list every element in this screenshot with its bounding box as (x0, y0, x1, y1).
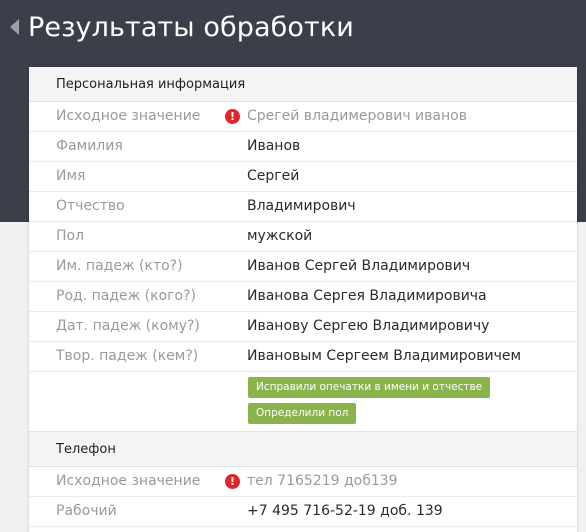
badges-row: Исправили опечатки в имени и отчестве Оп… (29, 372, 577, 432)
row-surname: Фамилия Иванов (29, 132, 577, 162)
row-value: +7 495 716-52-19 доб. 139 (247, 503, 443, 519)
row-label: Дат. падеж (кому?) (56, 318, 200, 334)
row-nominative: Им. падеж (кто?) Иванов Сергей Владимиро… (29, 252, 577, 282)
row-value: тел 7165219 доб139 (247, 473, 398, 489)
row-value: Ивановым Сергеем Владимировичем (247, 348, 522, 364)
exclamation-circle-icon: ! (225, 474, 240, 489)
row-label: Отчество (56, 198, 125, 214)
row-label: Фамилия (56, 138, 123, 154)
row-source-value: Исходное значение ! Срегей владимерович … (29, 102, 577, 132)
row-value: Иванов (247, 138, 301, 154)
row-label: Рабочий (56, 503, 117, 519)
row-label: Имя (56, 168, 86, 184)
row-name: Имя Сергей (29, 162, 577, 192)
row-label: Им. падеж (кто?) (56, 258, 183, 274)
page-title: Результаты обработки (28, 12, 354, 43)
section-header-phone: Телефон (29, 432, 577, 467)
row-gender: Пол мужской (29, 222, 577, 252)
row-genitive: Род. падеж (кого?) Иванова Сергея Владим… (29, 282, 577, 312)
row-value: Иванова Сергея Владимировича (247, 288, 487, 304)
row-label: Исходное значение (56, 473, 201, 489)
row-patronymic: Отчество Владимирович (29, 192, 577, 222)
row-phone-source: Исходное значение ! тел 7165219 доб139 (29, 467, 577, 497)
row-label: Исходное значение (56, 108, 201, 124)
results-card: Персональная информация Исходное значени… (29, 67, 577, 532)
back-arrow-icon[interactable] (10, 19, 19, 35)
row-label: Пол (56, 228, 85, 244)
row-dative: Дат. падеж (кому?) Иванову Сергею Владим… (29, 312, 577, 342)
status-badge: Определили пол (248, 403, 357, 424)
row-value: Срегей владимерович иванов (247, 108, 467, 124)
row-value: Иванов Сергей Владимирович (247, 258, 471, 274)
row-phone-work: Рабочий +7 495 716-52-19 доб. 139 (29, 497, 577, 527)
section-header-personal: Персональная информация (29, 67, 577, 102)
row-value: Иванову Сергею Владимировичу (247, 318, 490, 334)
exclamation-circle-icon: ! (225, 109, 240, 124)
row-label: Твор. падеж (кем?) (56, 348, 199, 364)
row-value: Сергей (247, 168, 300, 184)
row-value: мужской (247, 228, 313, 244)
row-value: Владимирович (247, 198, 356, 214)
row-instrumental: Твор. падеж (кем?) Ивановым Сергеем Влад… (29, 342, 577, 372)
status-badge: Исправили опечатки в имени и отчестве (248, 377, 491, 398)
row-label: Род. падеж (кого?) (56, 288, 196, 304)
